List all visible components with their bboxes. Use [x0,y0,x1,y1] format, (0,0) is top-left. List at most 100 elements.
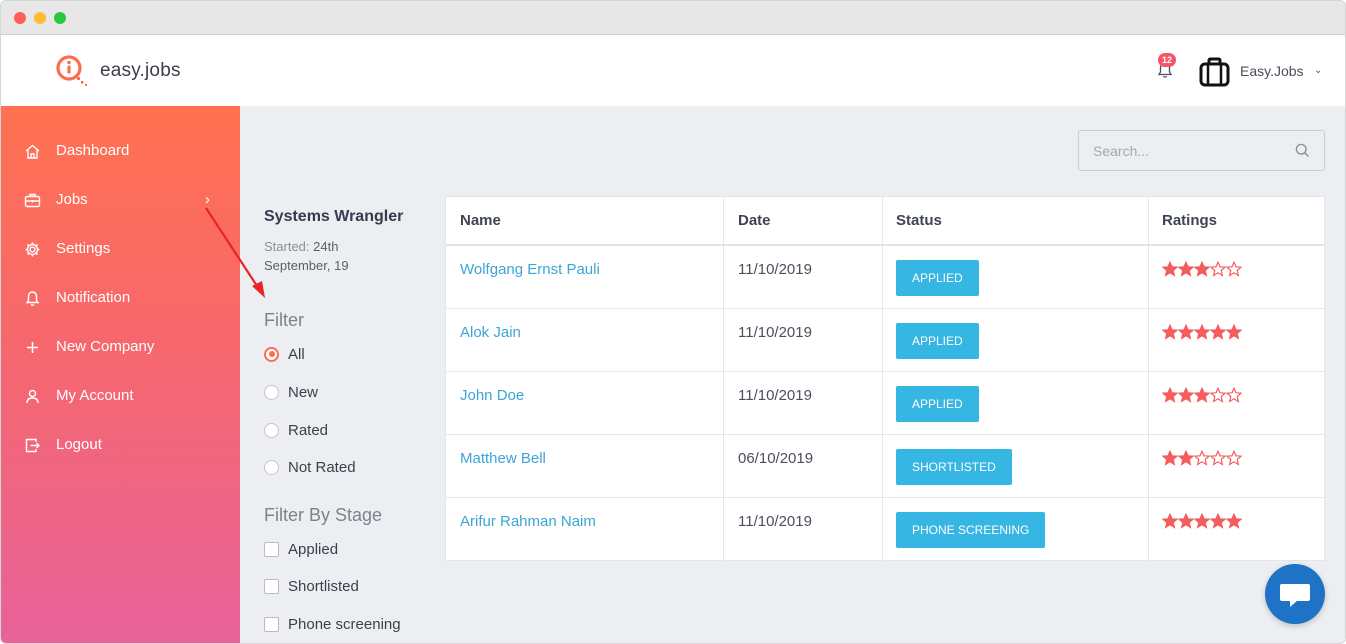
star-filled-icon[interactable] [1178,324,1194,340]
candidate-name-link[interactable]: Matthew Bell [460,450,546,467]
applied-date: 11/10/2019 [738,387,812,404]
star-filled-icon[interactable] [1162,261,1178,277]
annotation-arrow-icon [205,207,265,298]
star-empty-icon[interactable] [1194,450,1210,466]
status-badge[interactable]: APPLIED [896,386,979,422]
sidebar-item-my-account[interactable]: My Account [1,381,240,411]
star-filled-icon[interactable] [1178,387,1194,403]
app-window: easy.jobs 12 Easy.Jobs ⌄ Dashboard Jobs … [0,0,1346,644]
window-titlebar [1,1,1345,35]
star-empty-icon[interactable] [1226,450,1242,466]
applied-date: 11/10/2019 [738,324,812,341]
star-filled-icon[interactable] [1210,513,1226,529]
candidate-name-link[interactable]: Alok Jain [460,324,521,341]
app-logo[interactable]: easy.jobs [54,53,181,89]
chevron-down-icon[interactable]: ⌄ [1314,65,1322,76]
radio-button-selected[interactable] [264,346,279,362]
job-started-info: Started: 24th September, 19 [264,237,349,275]
started-date: 24th [313,239,339,254]
star-filled-icon[interactable] [1194,513,1210,529]
job-title: Systems Wrangler [264,208,404,225]
status-badge[interactable]: SHORTLISTED [896,449,1012,485]
sidebar-item-label: Notification [56,289,131,306]
app-name: easy.jobs [100,60,181,81]
rating-stars[interactable] [1162,324,1242,340]
status-badge[interactable]: APPLIED [896,323,979,359]
status-badge[interactable]: APPLIED [896,260,979,296]
chat-button[interactable] [1265,564,1325,624]
filter-option-not-rated[interactable]: Not Rated [264,457,356,477]
star-filled-icon[interactable] [1226,324,1242,340]
company-switcher[interactable]: Easy.Jobs [1240,63,1304,79]
star-empty-icon[interactable] [1226,261,1242,277]
column-header-date[interactable]: Date [724,197,771,246]
star-empty-icon[interactable] [1226,387,1242,403]
minimize-window-button[interactable] [34,12,46,24]
star-filled-icon[interactable] [1194,387,1210,403]
plus-icon [27,342,38,353]
close-window-button[interactable] [14,12,26,24]
star-filled-icon[interactable] [1162,513,1178,529]
candidate-name-link[interactable]: Arifur Rahman Naim [460,513,596,530]
briefcase-icon [24,193,41,208]
star-filled-icon[interactable] [1194,324,1210,340]
rating-stars[interactable] [1162,387,1242,403]
filter-option-new[interactable]: New [264,382,318,402]
row-divider [446,497,1324,498]
stage-filter-heading: Filter By Stage [264,505,383,525]
main-content: Search... Systems Wrangler Started: 24th… [240,106,1345,643]
filter-option-rated[interactable]: Rated [264,420,328,440]
rating-stars[interactable] [1162,261,1242,277]
column-header-ratings[interactable]: Ratings [1148,197,1217,246]
stage-option-shortlisted[interactable]: Shortlisted [264,576,359,596]
rating-stars[interactable] [1162,450,1242,466]
star-filled-icon[interactable] [1210,324,1226,340]
column-header-name[interactable]: Name [446,197,501,246]
star-filled-icon[interactable] [1162,387,1178,403]
search-icon[interactable] [1295,143,1310,158]
checkbox[interactable] [264,616,279,632]
radio-button[interactable] [264,422,279,438]
applied-date: 11/10/2019 [738,261,812,278]
stage-option-applied[interactable]: Applied [264,539,338,559]
star-empty-icon[interactable] [1210,387,1226,403]
sidebar-item-new-company[interactable]: New Company [1,332,240,362]
star-filled-icon[interactable] [1178,450,1194,466]
company-briefcase-icon[interactable] [1199,57,1230,87]
row-divider [446,434,1324,435]
candidate-name-link[interactable]: John Doe [460,387,524,404]
rating-stars[interactable] [1162,513,1242,529]
column-divider [723,197,724,562]
star-empty-icon[interactable] [1210,450,1226,466]
star-filled-icon[interactable] [1226,513,1242,529]
radio-button[interactable] [264,384,279,400]
candidate-name-link[interactable]: Wolfgang Ernst Pauli [460,261,600,278]
star-empty-icon[interactable] [1210,261,1226,277]
status-badge[interactable]: PHONE SCREENING [896,512,1046,548]
column-header-status[interactable]: Status [882,197,942,246]
sidebar-item-dashboard[interactable]: Dashboard [1,136,240,166]
filter-option-label: Not Rated [288,458,356,476]
search-input[interactable]: Search... [1078,130,1325,171]
star-filled-icon[interactable] [1178,261,1194,277]
filter-option-all[interactable]: All [264,344,305,364]
stage-option-label: Phone screening [288,615,401,633]
candidates-table: Name Date Status Ratings Wolfgang Ernst … [445,196,1325,562]
radio-button[interactable] [264,459,279,475]
star-filled-icon[interactable] [1194,261,1210,277]
star-filled-icon[interactable] [1162,450,1178,466]
checkbox[interactable] [264,578,279,594]
stage-option-phone-screening[interactable]: Phone screening [264,614,401,634]
maximize-window-button[interactable] [54,12,66,24]
sidebar-item-label: My Account [56,387,134,404]
applied-date: 06/10/2019 [738,450,814,467]
checkbox[interactable] [264,541,279,557]
star-filled-icon[interactable] [1178,513,1194,529]
logout-icon [25,438,40,453]
sidebar-item-label: Logout [56,436,102,453]
sidebar-item-logout[interactable]: Logout [1,430,240,460]
star-filled-icon[interactable] [1162,324,1178,340]
applied-date: 11/10/2019 [738,513,812,530]
bell-icon [25,291,40,306]
notification-count-badge: 12 [1158,53,1176,67]
